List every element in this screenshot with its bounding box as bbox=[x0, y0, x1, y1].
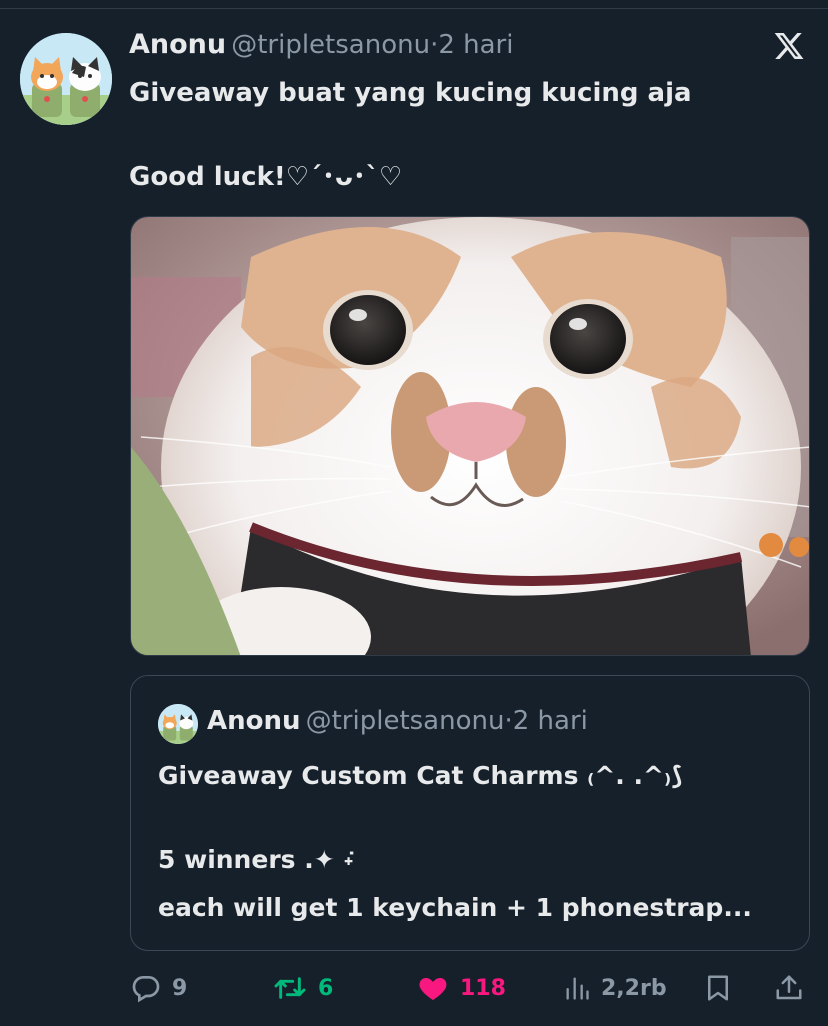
quoted-tweet-text: Giveaway Custom Cat Charms ₍^. .^₎⟆ 5 wi… bbox=[158, 760, 798, 924]
author-avatar[interactable] bbox=[20, 33, 112, 125]
share-button[interactable] bbox=[774, 966, 804, 1010]
avatar-two-cats-icon bbox=[20, 33, 112, 125]
repost-count: 6 bbox=[318, 975, 334, 1001]
tweet-media-image[interactable] bbox=[130, 216, 810, 656]
bookmark-button[interactable] bbox=[703, 966, 733, 1010]
tweet-time[interactable]: 2 hari bbox=[438, 30, 513, 60]
quoted-text-line: 5 winners .✦ ݁˖ bbox=[158, 845, 354, 874]
author-handle[interactable]: @tripletsanonu bbox=[231, 30, 430, 60]
quoted-author-avatar[interactable] bbox=[158, 704, 198, 744]
reply-icon bbox=[132, 976, 160, 1003]
avatar-two-cats-icon bbox=[158, 704, 198, 744]
share-icon bbox=[776, 975, 802, 1000]
like-button[interactable]: 118 bbox=[416, 966, 506, 1010]
tweet-header: Anonu @tripletsanonu·2 hari bbox=[129, 29, 758, 60]
reply-count: 9 bbox=[172, 975, 188, 1001]
repost-button[interactable]: 6 bbox=[272, 966, 333, 1010]
tweet-text-line: Giveaway buat yang kucing kucing aja bbox=[129, 78, 692, 108]
like-count: 118 bbox=[460, 975, 506, 1001]
bookmark-icon bbox=[708, 975, 728, 1001]
quoted-author-name: Anonu bbox=[207, 706, 301, 736]
quoted-text-line: each will get 1 keychain + 1 phonestrap.… bbox=[158, 893, 752, 922]
views-chart-icon bbox=[566, 977, 589, 1000]
tweet-text-line: Good luck!♡´･ᴗ･`♡ bbox=[129, 162, 403, 192]
views-button[interactable]: 2,2rb bbox=[563, 966, 667, 1010]
quoted-author-handle: @tripletsanonu bbox=[305, 706, 505, 736]
heart-filled-icon bbox=[419, 978, 447, 1000]
repost-icon bbox=[274, 977, 306, 999]
quoted-header-separator: · bbox=[504, 706, 513, 736]
cat-photo-icon bbox=[131, 217, 809, 655]
author-name[interactable]: Anonu bbox=[129, 29, 226, 60]
quoted-tweet-header: Anonu @tripletsanonu·2 hari bbox=[207, 706, 588, 736]
tweet-text: Giveaway buat yang kucing kucing aja Goo… bbox=[129, 76, 809, 194]
view-count: 2,2rb bbox=[601, 975, 667, 1001]
quoted-tweet-time: 2 hari bbox=[512, 706, 588, 736]
quoted-tweet[interactable]: Anonu @tripletsanonu·2 hari Giveaway Cus… bbox=[130, 675, 810, 951]
quoted-text-line: Giveaway Custom Cat Charms ₍^. .^₎⟆ bbox=[158, 761, 683, 790]
reply-button[interactable]: 9 bbox=[130, 966, 187, 1010]
tweet-action-bar: 9 6 118 2,2rb bbox=[0, 966, 828, 1010]
x-logo-icon bbox=[774, 33, 804, 59]
top-divider bbox=[0, 8, 828, 9]
